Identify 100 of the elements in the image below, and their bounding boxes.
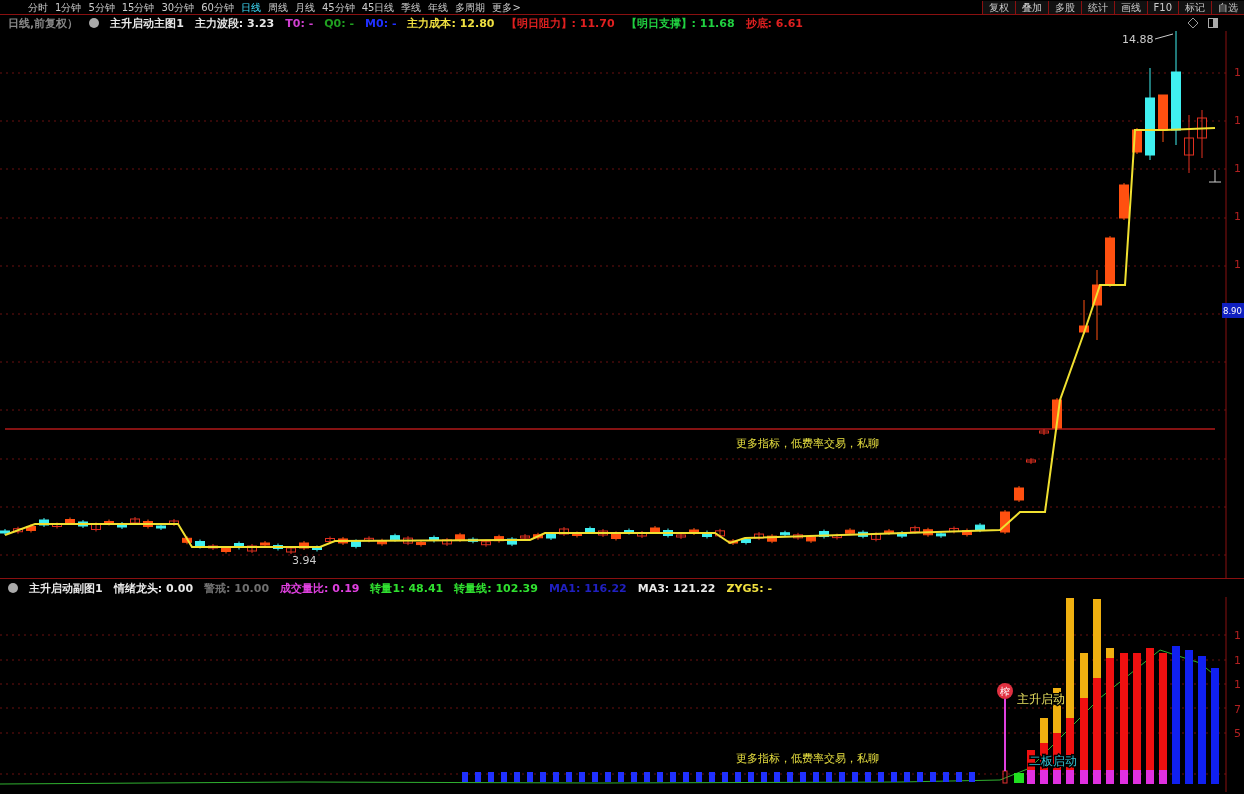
candlestick — [884, 528, 894, 536]
candlestick — [78, 519, 88, 529]
period-tab[interactable]: 5分钟 — [88, 0, 115, 14]
volume-bar — [813, 772, 819, 782]
period-tab[interactable]: 45分钟 — [321, 0, 355, 14]
candlestick — [169, 518, 179, 527]
candlestick — [351, 538, 361, 549]
candlestick — [325, 536, 335, 544]
toolbar-button[interactable]: 统计 — [1080, 0, 1114, 14]
period-tab[interactable]: 周线 — [267, 0, 288, 14]
period-tab[interactable]: 15分钟 — [121, 0, 155, 14]
candlestick — [923, 527, 933, 538]
volume-bar — [1014, 773, 1024, 783]
candlestick — [221, 546, 231, 554]
volume-bar — [800, 772, 806, 782]
toolbar-button[interactable]: 复权 — [981, 0, 1015, 14]
candlestick — [806, 534, 816, 544]
candlestick — [234, 541, 244, 550]
axis-label: 1 — [1234, 678, 1241, 691]
period-tab[interactable]: 45日线 — [361, 0, 395, 14]
candlestick — [663, 528, 673, 538]
volume-bar — [878, 772, 884, 782]
period-tab[interactable]: 季线 — [401, 0, 422, 14]
window-icon[interactable] — [1208, 18, 1218, 28]
indicator-value: 转量1: 48.41 — [370, 580, 444, 596]
candlestick — [455, 532, 465, 543]
price-tag: 8.90 — [1222, 303, 1244, 318]
candlestick — [442, 537, 452, 547]
period-tab[interactable]: 月线 — [294, 0, 315, 14]
period-tab[interactable]: 1分钟 — [55, 0, 82, 14]
period-tab[interactable]: 30分钟 — [161, 0, 195, 14]
toolbar-button[interactable]: 自选 — [1211, 0, 1244, 14]
promo-note: 更多指标，低费率交易，私聊 — [736, 752, 879, 765]
candlestick — [1026, 457, 1036, 465]
candlestick — [1014, 485, 1024, 503]
volume-bar — [670, 772, 676, 782]
diamond-icon[interactable] — [1188, 18, 1198, 28]
volume-bar — [644, 772, 650, 782]
indicator-value: Q0: - — [324, 16, 355, 30]
volume-bar — [709, 772, 715, 782]
candlestick — [598, 528, 608, 538]
volume-bar — [852, 772, 858, 782]
dropdown-icon[interactable] — [89, 18, 100, 28]
volume-bar — [748, 772, 754, 782]
candlestick — [949, 525, 959, 534]
period-tab[interactable]: 多周期 — [455, 0, 486, 14]
candlestick — [195, 539, 205, 549]
candlestick — [858, 529, 868, 539]
candlestick — [143, 519, 153, 529]
toolbar-button[interactable]: 叠加 — [1014, 0, 1048, 14]
indicator-value: 【明日支撑】: 11.68 — [625, 15, 735, 31]
toolbar-button[interactable]: 标记 — [1178, 0, 1211, 14]
candlestick — [494, 534, 504, 544]
candlestick — [1158, 94, 1168, 143]
indicator-value: 主力波段: 3.23 — [194, 15, 275, 31]
candlestick — [637, 530, 647, 539]
volume-bar — [774, 772, 780, 782]
candlestick — [26, 523, 36, 533]
candlestick — [260, 540, 270, 548]
volume-bar — [943, 772, 949, 782]
period-tab[interactable]: 60分钟 — [201, 0, 234, 14]
indicator-value: 转量线: 102.39 — [454, 580, 538, 596]
dropdown-icon[interactable] — [8, 583, 18, 593]
volume-bar — [657, 772, 663, 782]
indicator-name: 主升启动副图1 — [29, 580, 103, 596]
volume-bar — [865, 772, 871, 782]
toolbar-button[interactable]: F10 — [1146, 0, 1178, 14]
candlestick — [676, 532, 686, 540]
candlestick — [416, 540, 426, 548]
volume-bar — [904, 772, 910, 782]
signal-badge: 榨 — [997, 683, 1013, 699]
candlestick — [0, 528, 10, 536]
period-tab[interactable]: 分时 — [28, 0, 48, 14]
candlestick — [1119, 182, 1129, 221]
volume-bar — [475, 772, 481, 782]
candlestick — [390, 533, 400, 543]
volume-bar — [761, 772, 767, 782]
toolbar-button[interactable]: 画线 — [1113, 0, 1147, 14]
candlestick — [559, 526, 569, 537]
candlestick — [871, 531, 881, 542]
candlestick — [1105, 235, 1115, 288]
candlestick — [208, 543, 218, 551]
candlestick — [962, 528, 972, 538]
volume-bar — [722, 772, 728, 782]
candlestick — [364, 535, 374, 543]
toolbar-button[interactable]: 多股 — [1047, 0, 1081, 14]
volume-bar — [501, 772, 507, 782]
high-price-label: 14.88 — [1122, 33, 1154, 46]
candlestick — [91, 522, 101, 532]
candlestick — [741, 536, 751, 545]
candlestick — [767, 533, 777, 544]
volume-bar — [735, 772, 741, 782]
candlestick — [754, 531, 764, 541]
candlestick — [1000, 509, 1010, 535]
period-tab[interactable]: 更多> — [492, 0, 521, 14]
candlestick — [520, 533, 530, 541]
period-tab[interactable]: 日线 — [240, 0, 261, 14]
indicator-value: ZYG5: - — [726, 581, 772, 595]
period-tab[interactable]: 年线 — [428, 0, 449, 14]
chart-period-label: 日线,前复权） — [8, 15, 79, 31]
